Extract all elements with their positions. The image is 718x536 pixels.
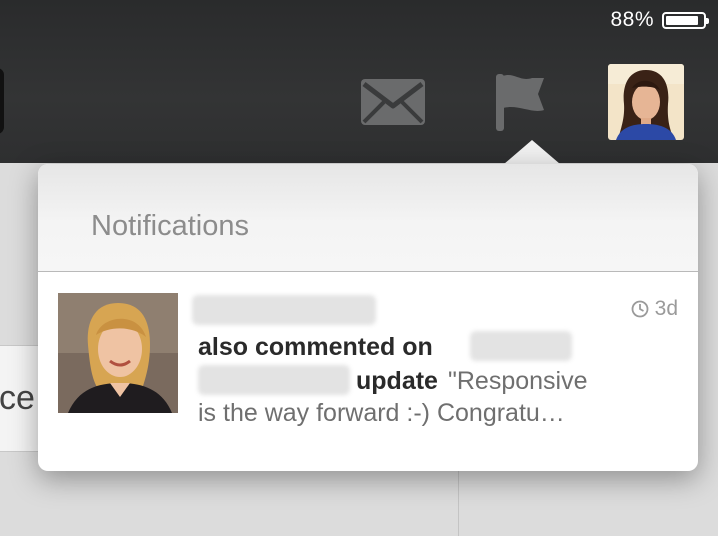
notification-action-word: update — [356, 367, 438, 395]
user-avatar[interactable] — [608, 64, 684, 140]
notification-excerpt-2: is the way forward :-) Congratu… — [198, 399, 565, 427]
notification-excerpt-1: "Responsive — [448, 367, 588, 395]
battery-percentage: 88% — [610, 8, 654, 31]
left-edge-control[interactable] — [0, 68, 4, 134]
top-navigation-bar: 88% — [0, 0, 718, 163]
notification-action-text: also commented on — [198, 333, 433, 361]
mail-icon[interactable] — [360, 78, 426, 126]
notification-item[interactable]: 3d also commented on update "Responsive … — [58, 293, 678, 463]
status-bar: 88% — [610, 8, 709, 32]
battery-fill — [666, 15, 698, 25]
battery-icon — [662, 11, 709, 29]
notification-timestamp: 3d — [631, 297, 678, 321]
redacted-user-name[interactable] — [192, 295, 376, 325]
notifications-popover: Notifications 3d also commented on updat… — [38, 164, 698, 471]
clock-icon — [631, 300, 649, 318]
flag-icon[interactable] — [494, 72, 546, 132]
popover-caret — [504, 140, 560, 164]
redacted-target-name[interactable] — [470, 331, 572, 361]
redacted-target-name-cont[interactable] — [198, 365, 350, 395]
notification-avatar[interactable] — [58, 293, 178, 413]
background-divider — [458, 470, 459, 536]
popover-title: Notifications — [91, 210, 249, 242]
timestamp-text: 3d — [654, 297, 678, 320]
